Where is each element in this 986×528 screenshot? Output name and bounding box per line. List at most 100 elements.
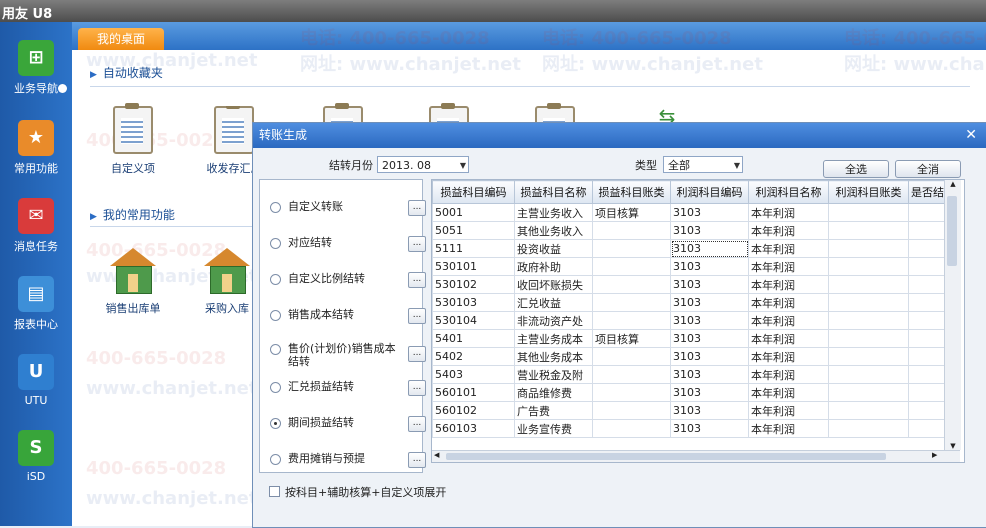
scroll-up-icon[interactable]: ▲	[945, 180, 961, 188]
table-cell[interactable]	[828, 329, 909, 348]
table-cell[interactable]: 本年利润	[748, 275, 829, 294]
column-header[interactable]: 利润科目编码	[670, 180, 749, 204]
table-cell[interactable]: 本年利润	[748, 401, 829, 420]
nav-item-common[interactable]: ★ 常用功能	[0, 120, 72, 176]
table-cell[interactable]	[908, 239, 947, 258]
table-cell[interactable]: 5001	[432, 203, 515, 222]
table-cell[interactable]: 5403	[432, 365, 515, 384]
table-cell[interactable]	[828, 257, 909, 276]
table-cell[interactable]: 5402	[432, 347, 515, 366]
expand-checkbox[interactable]	[269, 486, 280, 497]
table-cell[interactable]	[908, 221, 947, 240]
table-cell[interactable]	[592, 347, 671, 366]
table-row[interactable]: 5001 主营业务收入 项目核算 3103 本年利润	[432, 203, 947, 222]
table-row[interactable]: 560103 业务宣传费 3103 本年利润	[432, 419, 947, 438]
table-cell[interactable]: 营业税金及附	[514, 365, 593, 384]
table-cell[interactable]: 3103	[670, 401, 749, 420]
table-cell[interactable]: 项目核算	[592, 329, 671, 348]
table-row[interactable]: 530101 政府补助 3103 本年利润	[432, 257, 947, 276]
table-cell[interactable]	[592, 401, 671, 420]
table-cell[interactable]: 3103	[670, 383, 749, 402]
table-cell[interactable]	[828, 293, 909, 312]
table-cell[interactable]	[908, 257, 947, 276]
radio-button[interactable]	[270, 418, 281, 429]
table-cell[interactable]: 本年利润	[748, 203, 829, 222]
table-cell[interactable]: 广告费	[514, 401, 593, 420]
nav-item-reports[interactable]: ▤ 报表中心	[0, 276, 72, 332]
table-row[interactable]: 5111 投资收益 3103 本年利润	[432, 239, 947, 258]
scroll-thumb[interactable]	[947, 196, 957, 266]
table-cell[interactable]	[592, 293, 671, 312]
table-row[interactable]: 5403 营业税金及附 3103 本年利润	[432, 365, 947, 384]
table-cell[interactable]: 汇兑收益	[514, 293, 593, 312]
common-purchase-inbound[interactable]: 采购入库	[202, 248, 252, 316]
table-cell[interactable]: 业务宣传费	[514, 419, 593, 438]
close-icon[interactable]: ✕	[965, 123, 977, 148]
table-cell[interactable]: 项目核算	[592, 203, 671, 222]
option-more-button[interactable]: ...	[408, 272, 426, 288]
type-select[interactable]: 全部 ▼	[663, 156, 743, 173]
table-cell[interactable]	[908, 347, 947, 366]
table-cell[interactable]: 530101	[432, 257, 515, 276]
scroll-left-icon[interactable]: ◀	[434, 451, 439, 459]
table-cell[interactable]: 3103	[670, 347, 749, 366]
cancel-all-button[interactable]: 全消	[895, 160, 961, 178]
table-cell[interactable]	[908, 383, 947, 402]
table-cell[interactable]: 非流动资产处	[514, 311, 593, 330]
table-cell[interactable]: 3103	[670, 311, 749, 330]
column-header[interactable]: 利润科目名称	[748, 180, 829, 204]
table-cell[interactable]: 3103	[670, 293, 749, 312]
table-cell[interactable]: 其他业务成本	[514, 347, 593, 366]
table-cell[interactable]: 5111	[432, 239, 515, 258]
common-sales-outbound[interactable]: 销售出库单	[98, 248, 168, 316]
table-cell[interactable]	[592, 239, 671, 258]
table-cell[interactable]: 本年利润	[748, 347, 829, 366]
table-cell[interactable]: 本年利润	[748, 311, 829, 330]
tab-my-desktop[interactable]: 我的桌面	[78, 28, 164, 50]
table-cell[interactable]: 主营业务成本	[514, 329, 593, 348]
table-cell[interactable]	[828, 239, 909, 258]
table-cell[interactable]: 3103	[670, 239, 749, 258]
table-cell[interactable]	[828, 221, 909, 240]
table-cell[interactable]	[828, 365, 909, 384]
table-cell[interactable]: 560102	[432, 401, 515, 420]
chevron-down-icon[interactable]	[58, 84, 67, 93]
table-cell[interactable]: 560103	[432, 419, 515, 438]
table-cell[interactable]	[592, 383, 671, 402]
column-header[interactable]: 是否结	[908, 180, 947, 204]
table-cell[interactable]: 3103	[670, 275, 749, 294]
table-cell[interactable]	[828, 203, 909, 222]
table-cell[interactable]	[828, 383, 909, 402]
option-more-button[interactable]: ...	[408, 236, 426, 252]
option-more-button[interactable]: ...	[408, 452, 426, 468]
radio-button[interactable]	[270, 382, 281, 393]
table-cell[interactable]: 5401	[432, 329, 515, 348]
table-cell[interactable]	[592, 221, 671, 240]
scroll-down-icon[interactable]: ▼	[945, 442, 961, 450]
column-header[interactable]: 损益科目名称	[514, 180, 593, 204]
table-row[interactable]: 560101 商品维修费 3103 本年利润	[432, 383, 947, 402]
table-cell[interactable]: 本年利润	[748, 221, 829, 240]
table-cell[interactable]	[908, 275, 947, 294]
select-all-button[interactable]: 全选	[823, 160, 889, 178]
nav-item-isd[interactable]: S iSD	[0, 430, 72, 483]
table-cell[interactable]: 530104	[432, 311, 515, 330]
table-cell[interactable]: 收回坏账损失	[514, 275, 593, 294]
radio-button[interactable]	[270, 238, 281, 249]
table-cell[interactable]: 5051	[432, 221, 515, 240]
horizontal-scrollbar[interactable]: ◀ ▶	[432, 450, 960, 462]
column-header[interactable]: 损益科目账类	[592, 180, 671, 204]
table-cell[interactable]: 政府补助	[514, 257, 593, 276]
radio-button[interactable]	[270, 202, 281, 213]
vertical-scrollbar[interactable]: ▲ ▼	[944, 180, 961, 450]
table-cell[interactable]: 本年利润	[748, 365, 829, 384]
table-cell[interactable]	[828, 401, 909, 420]
table-cell[interactable]: 本年利润	[748, 419, 829, 438]
table-cell[interactable]: 商品维修费	[514, 383, 593, 402]
option-more-button[interactable]: ...	[408, 346, 426, 362]
table-cell[interactable]: 3103	[670, 257, 749, 276]
table-row[interactable]: 530102 收回坏账损失 3103 本年利润	[432, 275, 947, 294]
table-row[interactable]: 5051 其他业务收入 3103 本年利润	[432, 221, 947, 240]
table-cell[interactable]: 其他业务收入	[514, 221, 593, 240]
table-cell[interactable]: 本年利润	[748, 329, 829, 348]
